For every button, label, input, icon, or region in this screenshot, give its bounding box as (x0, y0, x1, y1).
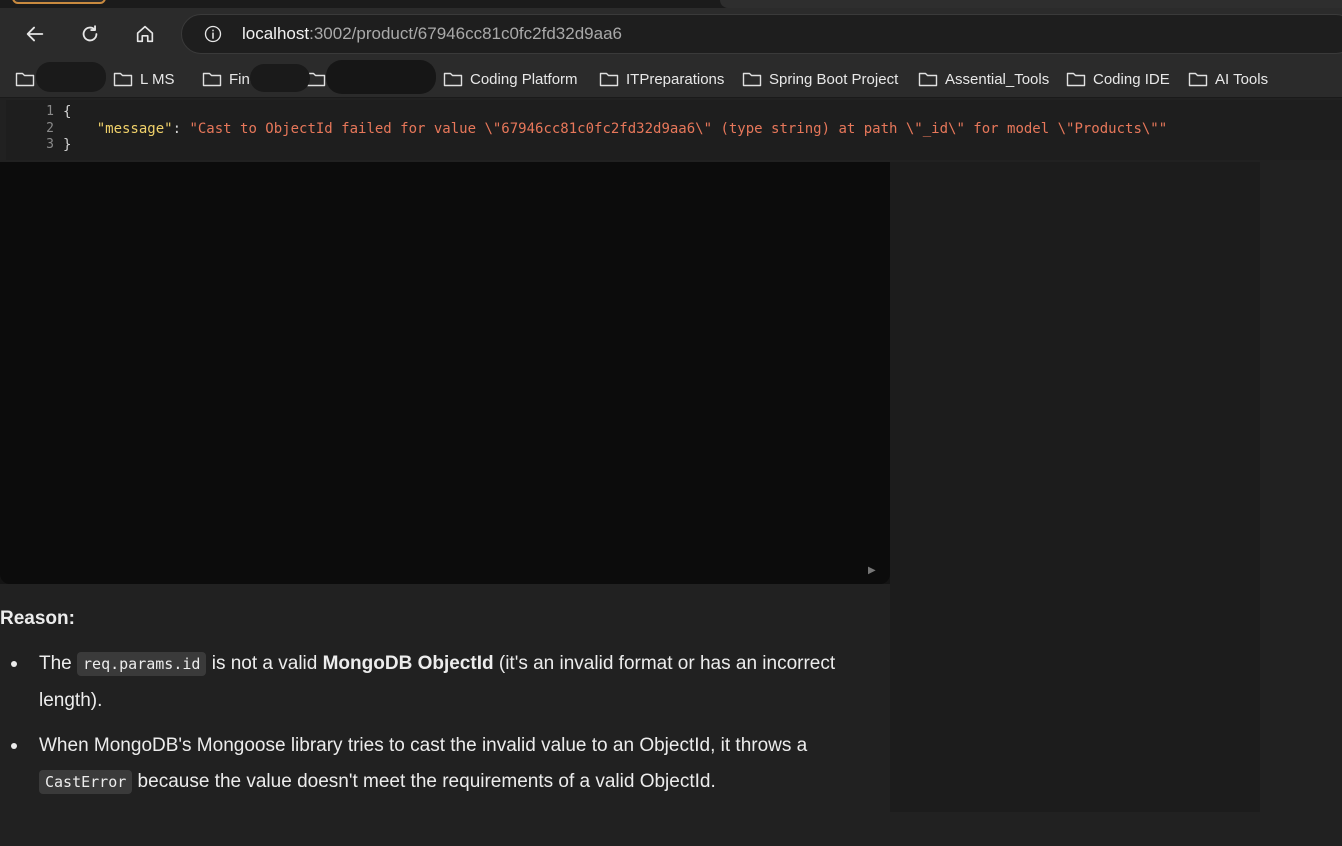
text: When MongoDB's Mongoose library tries to… (39, 735, 808, 756)
bookmark-label: Coding IDE (1093, 70, 1170, 88)
bookmark-label: Spring Boot Project (769, 70, 899, 88)
reason-list: The req.params.id is not a valid MongoDB… (0, 646, 900, 800)
line-number: 2 (46, 120, 54, 136)
url-host: localhost (242, 24, 310, 43)
folder-icon (15, 72, 35, 87)
bookmarks-bar: L MS Finc Coding Platform ITPreparations… (0, 60, 1342, 98)
bookmark-folder-ai-tools[interactable]: AI Tools (1188, 68, 1268, 90)
folder-icon (1188, 72, 1208, 87)
bookmark-folder-assential-tools[interactable]: Assential_Tools (918, 68, 1049, 90)
answer-section: Reason: The req.params.id is not a valid… (0, 604, 900, 810)
bookmark-label: Coding Platform (470, 70, 578, 88)
home-button[interactable] (128, 17, 162, 51)
bookmark-folder-spring-boot-project[interactable]: Spring Boot Project (742, 68, 898, 90)
reload-icon (82, 25, 98, 42)
inline-code: req.params.id (77, 652, 207, 676)
json-open-brace: { (63, 104, 72, 120)
line-number-gutter: 1 2 3 (6, 104, 54, 154)
text: is not a valid (206, 653, 323, 674)
reason-heading: Reason: (0, 608, 75, 629)
scroll-right-icon[interactable]: ▶ (868, 565, 880, 579)
folder-icon (918, 72, 938, 87)
bookmark-label: AI Tools (1215, 70, 1269, 88)
back-button[interactable] (18, 17, 52, 51)
reload-button[interactable] (73, 17, 107, 51)
folder-icon (1066, 72, 1086, 87)
browser-toolbar: localhost:3002/product/67946cc81c0fc2fd3… (0, 8, 1342, 60)
redaction-mark (36, 62, 106, 92)
list-item: When MongoDB's Mongoose library tries to… (0, 728, 900, 800)
bookmark-folder-3[interactable]: Finc (202, 68, 257, 90)
url-path: :3002/product/67946cc81c0fc2fd32d9aa6 (309, 24, 622, 43)
json-close-brace: } (63, 137, 72, 153)
text: The (39, 653, 78, 674)
redaction-mark (250, 64, 310, 92)
json-value: "Cast to ObjectId failed for value \"679… (189, 120, 1168, 137)
bookmark-folder-coding-ide[interactable]: Coding IDE (1066, 68, 1170, 90)
text: because the value doesn't meet the requi… (132, 770, 716, 792)
line-number: 1 (46, 104, 54, 119)
bookmark-label: Assential_Tools (945, 70, 1050, 88)
folder-icon (113, 72, 133, 87)
json-line-message: "message": "Cast to ObjectId failed for … (63, 121, 1167, 138)
active-tab[interactable] (12, 0, 106, 4)
bookmark-folder-itpreparations[interactable]: ITPreparations (599, 68, 724, 90)
folder-icon (599, 72, 619, 87)
json-colon: : (172, 120, 190, 137)
inline-code: CastError (39, 769, 133, 794)
address-bar[interactable]: localhost:3002/product/67946cc81c0fc2fd3… (181, 14, 1342, 54)
redacted-area-right (890, 162, 1260, 812)
folder-icon (202, 72, 222, 87)
list-item: The req.params.id is not a valid MongoDB… (0, 646, 900, 718)
folder-icon (443, 72, 463, 87)
home-icon (136, 25, 154, 43)
bookmark-label: ITPreparations (626, 70, 725, 88)
folder-icon (742, 72, 762, 87)
bookmark-folder-coding-platform[interactable]: Coding Platform (443, 68, 578, 90)
json-viewer[interactable]: 1 2 3 { "message": "Cast to ObjectId fai… (6, 100, 1342, 160)
bookmark-folder-2[interactable]: L MS (113, 68, 174, 90)
arrow-left-icon (26, 26, 44, 42)
redaction-mark (326, 60, 436, 94)
site-info-icon[interactable] (202, 23, 224, 45)
bookmark-label: L MS (140, 70, 175, 88)
json-code: { "message": "Cast to ObjectId failed fo… (63, 104, 1167, 154)
json-key: "message" (96, 120, 173, 137)
tab-strip-background (720, 0, 1342, 8)
redacted-code-panel (0, 162, 890, 584)
line-number: 3 (46, 137, 54, 152)
bold-text: MongoDB ObjectId (322, 653, 494, 674)
tab-strip (0, 0, 1342, 8)
